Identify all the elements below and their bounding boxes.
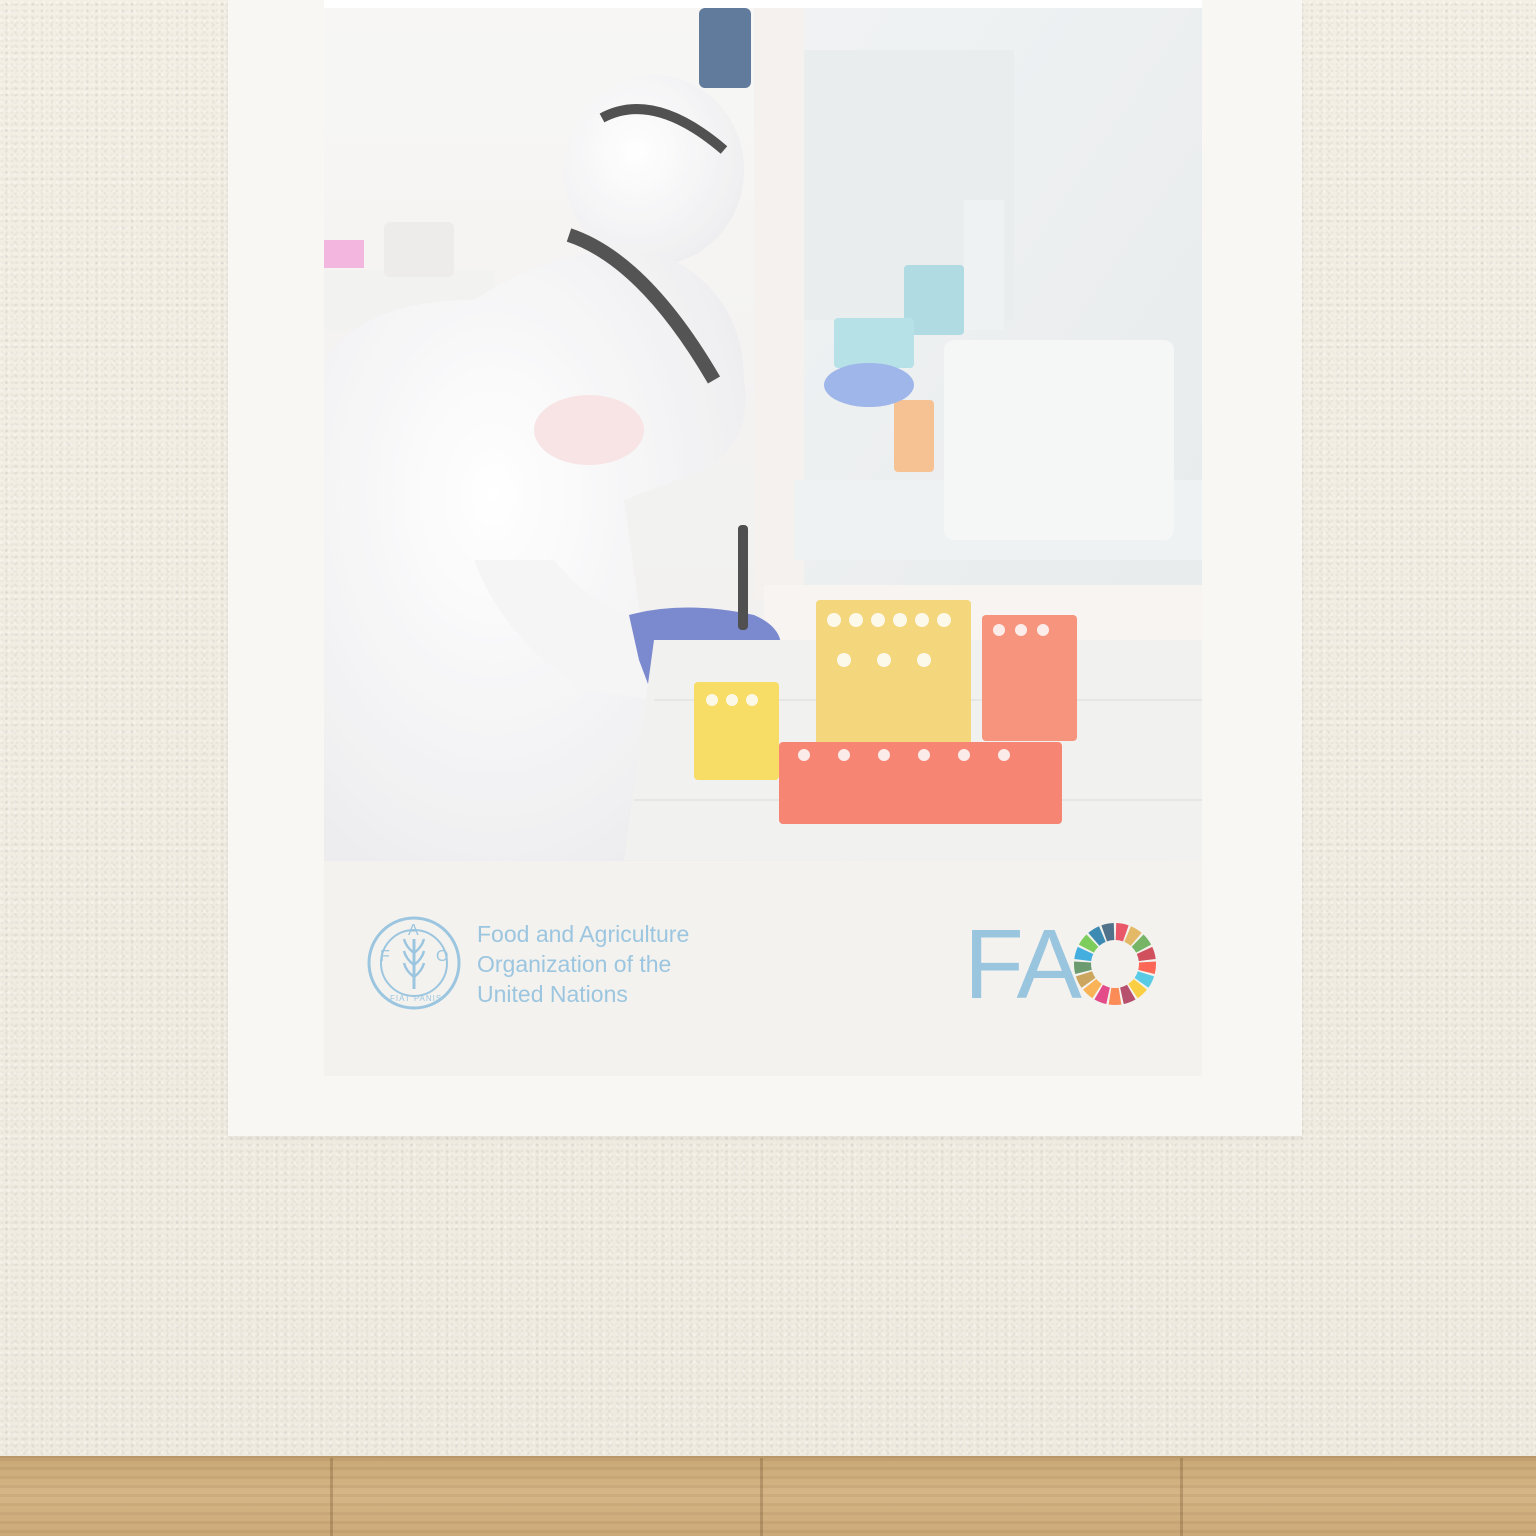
org-line-3: United Nations [477,981,628,1007]
poster-cover: F A O FIAT PANIS Food and Agriculture Or… [324,0,1202,1076]
sdg-wheel-icon [1074,923,1156,1005]
fao-logo: FA [964,915,1164,1013]
organization-name: Food and Agriculture Organization of the… [477,919,689,1009]
emblem-letter-a: A [408,922,419,939]
emblem-motto: FIAT PANIS [390,994,442,1003]
emblem-letter-o: O [436,948,448,965]
cover-photo-laboratory [324,0,1202,861]
sdg-wheel-segment [1074,961,1092,975]
org-line-2: Organization of the [477,951,672,977]
poster: F A O FIAT PANIS Food and Agriculture Or… [228,0,1302,1136]
sdg-wheel-segment [1138,961,1156,975]
fao-emblem-icon: F A O FIAT PANIS [367,916,461,1010]
wooden-floor [0,1456,1536,1536]
emblem-letter-f: F [380,948,390,965]
org-line-1: Food and Agriculture [477,921,690,947]
cover-footer: F A O FIAT PANIS Food and Agriculture Or… [324,861,1202,1076]
sdg-wheel-segment [1108,987,1122,1005]
fao-wordmark: FA [964,909,1082,1019]
